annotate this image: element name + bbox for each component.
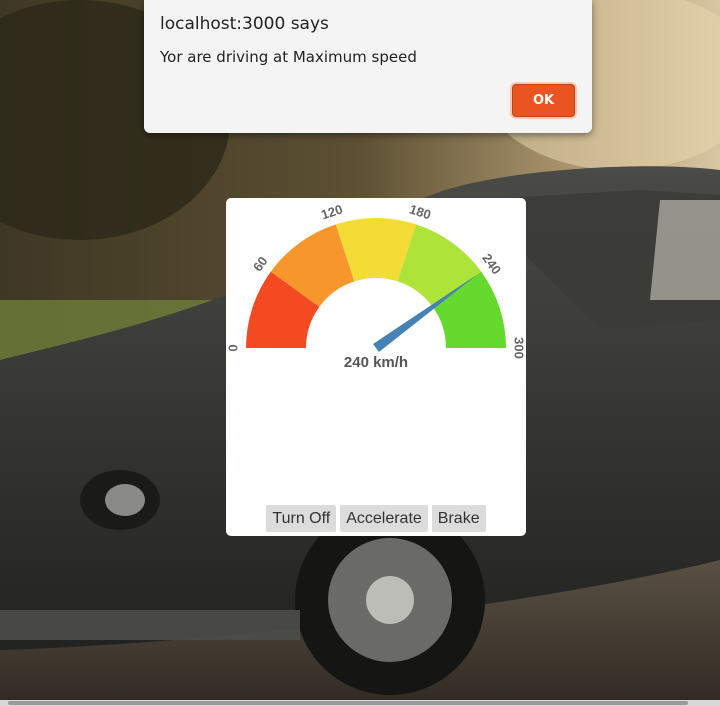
control-buttons: Turn Off Accelerate Brake: [226, 505, 526, 532]
dialog-message: Yor are driving at Maximum speed: [160, 48, 417, 66]
gauge-tick-60: 60: [250, 254, 271, 275]
gauge-tick-180: 180: [408, 201, 433, 222]
gauge-tick-120: 120: [319, 201, 344, 222]
brake-button[interactable]: Brake: [431, 505, 486, 532]
speedometer-panel: 0 60 120 180 240 300 240 km/h Turn Off Accele…: [226, 198, 526, 536]
scrollbar-thumb[interactable]: [8, 701, 688, 705]
turn-off-button[interactable]: Turn Off: [266, 505, 337, 532]
horizontal-scrollbar[interactable]: [0, 700, 720, 706]
alert-dialog: localhost:3000 says Yor are driving at M…: [144, 0, 592, 133]
accelerate-button[interactable]: Accelerate: [340, 505, 428, 532]
ok-button[interactable]: OK: [512, 84, 575, 117]
dialog-title: localhost:3000 says: [160, 14, 329, 34]
gauge-tick-0: 0: [226, 344, 240, 351]
speed-readout: 240 km/h: [343, 354, 409, 371]
gauge-tick-240: 240: [479, 251, 504, 277]
